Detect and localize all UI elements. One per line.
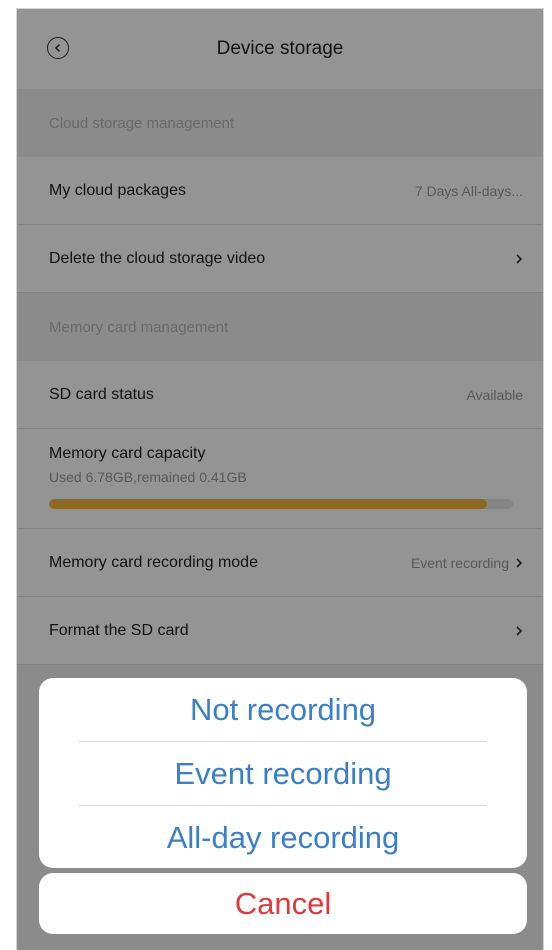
option-event-recording[interactable]: Event recording	[39, 742, 527, 805]
option-all-day-recording[interactable]: All-day recording	[39, 806, 527, 869]
action-sheet: Not recording Event recording All-day re…	[39, 678, 527, 868]
cancel-button[interactable]: Cancel	[39, 873, 527, 934]
cancel-sheet: Cancel	[39, 873, 527, 934]
option-not-recording[interactable]: Not recording	[39, 678, 527, 741]
phone-screen: Device storage Cloud storage management …	[16, 8, 544, 950]
